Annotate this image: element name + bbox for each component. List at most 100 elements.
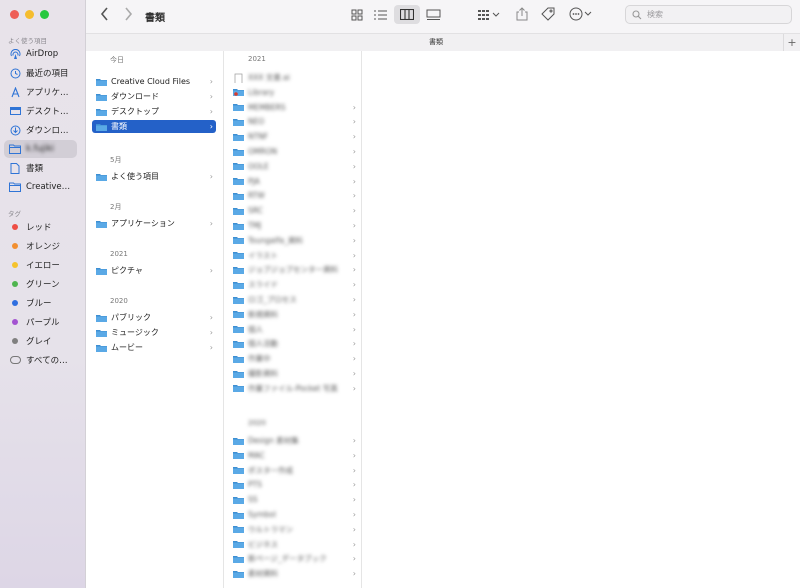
chevron-right-icon: › bbox=[352, 221, 356, 230]
group-header: 2月 bbox=[110, 203, 122, 211]
sidebar-tag-2[interactable]: イエロー bbox=[4, 256, 77, 274]
list-item[interactable]: 書類 › bbox=[92, 120, 216, 133]
more-actions-button[interactable] bbox=[569, 7, 593, 24]
group-button[interactable] bbox=[478, 9, 500, 24]
list-item[interactable]: MEMBERS › bbox=[233, 101, 356, 114]
list-item[interactable]: Symbol › bbox=[233, 508, 356, 521]
list-item[interactable]: パブリック › bbox=[92, 311, 216, 324]
back-button[interactable] bbox=[100, 6, 110, 25]
list-item[interactable]: MAC › bbox=[233, 449, 356, 462]
list-item[interactable]: イラスト › bbox=[233, 249, 356, 262]
list-item[interactable]: ダウンロード › bbox=[92, 90, 216, 103]
list-item[interactable]: 作業ファイル-Pocket 写真 › bbox=[233, 382, 356, 395]
sidebar-tag-3[interactable]: グリーン bbox=[4, 275, 77, 293]
forward-button[interactable] bbox=[123, 6, 133, 25]
desktop-icon bbox=[9, 105, 21, 117]
sidebar-tag-5[interactable]: パープル bbox=[4, 313, 77, 331]
list-item[interactable]: 個人活動 › bbox=[233, 337, 356, 350]
item-name: Design 素材集 bbox=[248, 436, 299, 445]
sidebar-item-5[interactable]: k.fujiki bbox=[4, 140, 77, 158]
list-item[interactable]: OOLE › bbox=[233, 160, 356, 173]
list-item[interactable]: ロゴ_プロセス › bbox=[233, 293, 356, 306]
add-tab-button[interactable]: + bbox=[783, 34, 800, 51]
list-item[interactable]: PJA › bbox=[233, 175, 356, 188]
list-item[interactable]: NEO › bbox=[233, 115, 356, 128]
list-item[interactable]: XXX 文書.ai bbox=[233, 71, 356, 84]
list-item[interactable]: デスクトップ › bbox=[92, 105, 216, 118]
list-item[interactable]: ジョブジョブセンター資料 › bbox=[233, 263, 356, 276]
icon-view-button[interactable] bbox=[351, 9, 363, 24]
list-item[interactable]: TMJ › bbox=[233, 219, 356, 232]
list-item[interactable]: SRC › bbox=[233, 204, 356, 217]
close-button[interactable] bbox=[10, 10, 19, 19]
folder-icon bbox=[233, 496, 244, 504]
list-item[interactable]: ウルトラマン › bbox=[233, 523, 356, 536]
list-item[interactable]: RTW › bbox=[233, 189, 356, 202]
list-item[interactable]: Creative Cloud Files › bbox=[92, 75, 216, 88]
sidebar-item-1[interactable]: 最近の項目 bbox=[4, 64, 77, 82]
list-item[interactable]: Design 素材集 › bbox=[233, 434, 356, 447]
item-name: Toungalfa_資料 bbox=[248, 235, 303, 245]
list-item[interactable]: スライド › bbox=[233, 278, 356, 291]
list-item[interactable]: ビジネス › bbox=[233, 538, 356, 551]
share-button[interactable] bbox=[516, 7, 528, 24]
list-item[interactable]: よく使う項目 › bbox=[92, 170, 216, 183]
item-name: 書類 bbox=[111, 122, 127, 131]
sidebar-tag-label: グリーン bbox=[26, 280, 60, 290]
sidebar-tag-label: ブルー bbox=[26, 299, 52, 309]
list-view-button[interactable] bbox=[374, 9, 387, 24]
list-item[interactable]: SS › bbox=[233, 493, 356, 506]
sidebar-tag-4[interactable]: ブルー bbox=[4, 294, 77, 312]
chevron-right-icon: › bbox=[352, 465, 356, 475]
item-name: NEO bbox=[248, 117, 265, 127]
sidebar-tag-1[interactable]: オレンジ bbox=[4, 237, 77, 255]
folder-icon bbox=[233, 511, 244, 519]
chevron-right-icon: › bbox=[352, 510, 356, 519]
list-item[interactable]: OMRON › bbox=[233, 145, 356, 158]
list-item[interactable]: 新規資料 › bbox=[233, 308, 356, 321]
sidebar-item-7[interactable]: Creative… bbox=[4, 178, 77, 196]
chevron-right-icon: › bbox=[352, 102, 356, 112]
folder-icon bbox=[96, 267, 107, 275]
sidebar-item-3[interactable]: デスクト… bbox=[4, 102, 77, 120]
list-item[interactable]: NTNF › bbox=[233, 130, 356, 143]
sidebar-tag-6[interactable]: グレイ bbox=[4, 332, 77, 350]
list-item[interactable]: ミュージック › bbox=[92, 326, 216, 339]
item-name: MAC bbox=[248, 450, 265, 460]
list-item[interactable]: 素材資料 › bbox=[233, 567, 356, 580]
chevron-right-icon: › bbox=[209, 328, 213, 337]
sidebar-tag-7[interactable]: すべての… bbox=[4, 351, 77, 369]
chevron-right-icon: › bbox=[352, 250, 356, 260]
tag-button[interactable] bbox=[541, 7, 555, 24]
item-name: パブリック bbox=[111, 313, 151, 322]
list-item[interactable]: Toungalfa_資料 › bbox=[233, 234, 356, 247]
group-header: 2020 bbox=[248, 419, 266, 427]
item-name: ダウンロード bbox=[111, 92, 159, 101]
list-item[interactable]: アプリケーション › bbox=[92, 217, 216, 230]
sidebar-item-0[interactable]: AirDrop bbox=[4, 45, 77, 63]
list-item[interactable]: 撮影資料 › bbox=[233, 367, 356, 380]
list-item[interactable]: PTS › bbox=[233, 478, 356, 491]
zoom-button[interactable] bbox=[40, 10, 49, 19]
list-item[interactable]: ポスター作成 › bbox=[233, 464, 356, 477]
search-field[interactable]: 検索 bbox=[625, 5, 792, 24]
toolbar: 書類 検索 bbox=[86, 0, 800, 33]
sidebar-item-6[interactable]: 書類 bbox=[4, 159, 77, 177]
column-view-button[interactable] bbox=[394, 5, 420, 24]
list-item[interactable]: 作業中 › bbox=[233, 352, 356, 365]
list-item[interactable]: ムービー › bbox=[92, 341, 216, 354]
folder-icon bbox=[233, 370, 244, 378]
chevron-right-icon: › bbox=[209, 107, 213, 116]
list-item[interactable]: ピクチャ › bbox=[92, 264, 216, 277]
sidebar-item-2[interactable]: アプリケ… bbox=[4, 83, 77, 101]
list-item[interactable]: 個人 › bbox=[233, 323, 356, 336]
gallery-view-button[interactable] bbox=[426, 9, 441, 24]
item-name: よく使う項目 bbox=[111, 172, 159, 181]
item-name: PTS bbox=[248, 480, 262, 490]
list-item[interactable]: Library bbox=[233, 86, 356, 99]
sidebar-item-4[interactable]: ダウンロ… bbox=[4, 121, 77, 139]
minimize-button[interactable] bbox=[25, 10, 34, 19]
list-item[interactable]: 新ページ_データブック › bbox=[233, 552, 356, 565]
tag-dot-icon bbox=[9, 221, 21, 233]
sidebar-tag-0[interactable]: レッド bbox=[4, 218, 77, 236]
